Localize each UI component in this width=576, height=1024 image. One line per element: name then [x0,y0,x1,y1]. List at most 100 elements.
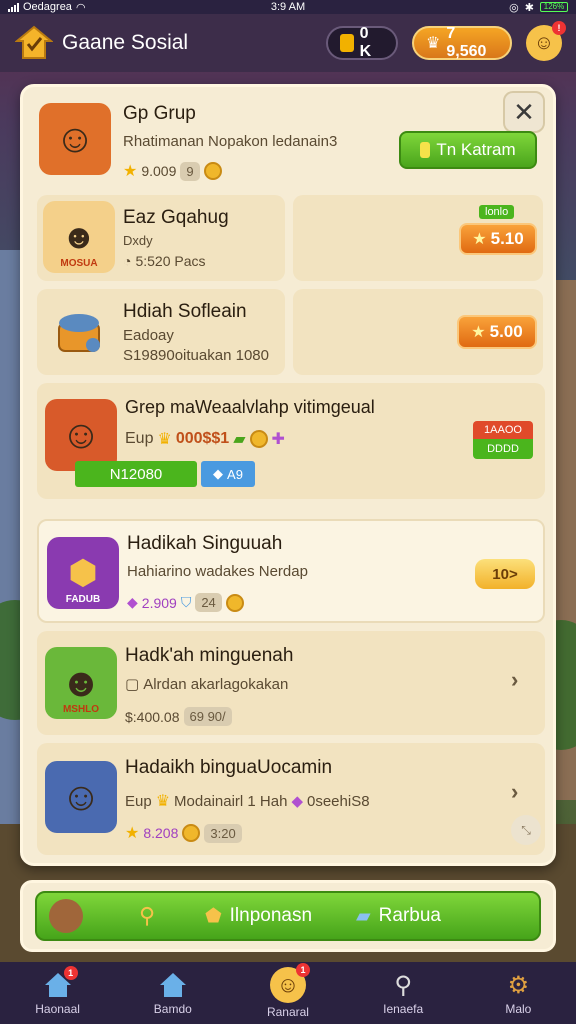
item-line: Dxdy [123,233,153,248]
scroll-handle[interactable]: ⤡ [511,815,541,845]
nav-social[interactable]: ☺ 1 Ranaral [243,963,333,1019]
character-icon: ☻ [61,217,97,256]
item-subtitle: Hahiarino wadakes Nerdap [127,563,308,580]
list-item[interactable]: ☺ Grep maWeaalvlahp vitimgeual Eup ♛ 000… [37,383,545,499]
pack-thumbnail: ⬢ FADUB [47,537,119,609]
home-icon [15,25,53,59]
close-icon: ✕ [513,96,535,127]
buy-button[interactable]: ★ 5.00 [457,315,537,349]
search-icon[interactable]: ⚲ [139,903,155,929]
shield-icon: ⬟ [205,905,222,927]
action-button[interactable]: ⚲ ⬟ Ilnponasn ▰ Rarbua [35,891,541,941]
house-icon: 1 [42,966,78,1000]
price-value: 5.10 [490,229,524,248]
action-bar: ⚲ ⬟ Ilnponasn ▰ Rarbua [20,880,556,952]
blue-tag-label: A9 [227,466,243,482]
item-suffix: 0seehiS8 [307,792,370,810]
monkey-icon [49,899,83,933]
close-button[interactable]: ✕ [503,91,545,133]
item-chip: 9 [180,161,200,181]
price-slot: lonlo ★ 5.10 [293,195,543,281]
item-value: S19890oituakan 1080 [123,347,269,364]
item-value: 5:520 Pacs [135,253,206,269]
tag-badge: lonlo [479,205,515,219]
character-icon: ☻ [59,660,103,705]
coin-icon [182,824,201,842]
star-icon: ★ [472,231,487,248]
crown-icon: ♛ [155,793,171,810]
cash-icon: ▰ [233,431,246,448]
item-stats: ★ 8.208 3:20 [125,823,242,843]
join-button-label: Tn Katram [436,140,516,159]
nav-home[interactable]: 1 Haonaal [13,966,103,1016]
item-gems: 2.909 [141,594,177,611]
crown-icon: ♛ [157,431,172,448]
arrow-badge[interactable]: 10> [475,559,535,589]
nav-label: Ranaral [266,1005,309,1019]
nav-label: Haonaal [35,1002,80,1016]
list-item[interactable]: ⬢ FADUB Hadikah Singuuah Hahiarino wadak… [37,519,545,623]
lock-icon: ▢ [125,676,140,693]
coin-icon [225,593,244,612]
chevron-right-icon[interactable]: › [511,779,518,805]
item-line: Eadoay [123,327,174,344]
item-value: 000$$1 [175,430,230,447]
item-subtitle: Alrdan akarlagokakan [143,675,289,693]
gift-icon: ✚ [271,431,285,448]
character-icon: ☺ [60,774,102,819]
notification-badge: ! [552,21,566,35]
nav-bamdo[interactable]: Bamdo [128,970,218,1016]
item-title: Hadikah Singuuah [127,533,283,554]
nav-label: Bamdo [153,1002,192,1016]
action-center-label: Ilnponasn [229,905,313,926]
nav-badge: 1 [295,963,310,977]
nav-more[interactable]: ⚙ Malo [473,970,563,1017]
coin-icon [203,162,222,180]
item-prefix: Eup [125,430,154,447]
buy-button[interactable]: ★ 5.10 [459,223,537,255]
character-avatar: ☺ [45,761,117,833]
magnifier-icon: ⚲ [394,971,412,999]
chevron-right-icon[interactable]: › [511,667,518,693]
item-chip: 69 90/ [183,707,232,726]
item-subtitle-row: ▢ Alrdan akarlagokakan [125,675,289,694]
star-icon: ★ [123,163,138,180]
list-item[interactable]: ☻ MOSUA Eaz Gqahug Dxdy ◔ 5:520 Pacs [37,195,285,281]
progress-bar: N12080 [75,461,197,487]
nav-search[interactable]: ⚲ Ienaefa [358,970,448,1017]
item-title: Hadaikh binguaUocamin [125,757,333,778]
keys-counter[interactable]: 0 K [326,25,398,60]
character-avatar: ☻ MSHLO [45,647,117,719]
gem-icon: ⬢ [68,554,98,592]
item-subtitle: Rhatimanan Nopakon ledanain3 [123,133,338,150]
thumb-label: FADUB [65,594,101,605]
price-value: 5.00 [489,322,523,341]
item-stats: ◔ 5:520 Pacs [123,253,206,269]
location-icon: ◎ [509,1,519,14]
thumb-label: MSHLO [62,704,100,715]
join-button[interactable]: Tn Katram [399,131,537,169]
gold-counter[interactable]: ♛ 7 9,560 [412,25,512,60]
coin-icon [249,430,268,448]
profile-avatar[interactable]: ☺ ! [526,21,566,61]
reward-badge-bottom: DDDD [473,439,533,459]
reward-badge[interactable]: 1AAOO DDDD [473,421,533,461]
item-price: $:400.08 [125,708,180,725]
progress-label: N12080 [109,465,163,483]
item-stats-top: Eup ♛ Modainairl 1 Hah ◆ 0seehiS8 [125,791,370,811]
list-item[interactable]: ☻ MSHLO Hadk'ah minguenah ▢ Alrdan akarl… [37,631,545,735]
gear-icon: ⚙ [507,971,530,999]
character-icon: ☺ [60,412,102,457]
bottom-nav: 1 Haonaal Bamdo ☺ 1 Ranaral ⚲ Ienaefa ⚙ … [0,962,576,1024]
home-button[interactable] [14,23,54,63]
item-stats: Eup ♛ 000$$1 ▰ ✚ [125,429,285,449]
item-chip: 24 [195,593,222,612]
list-item[interactable]: Hdiah Sofleain Eadoay S19890oituakan 108… [37,289,285,375]
list-item[interactable]: ☺ Hadaikh binguaUocamin Eup ♛ Modainairl… [37,743,545,855]
item-rating: 8.208 [143,825,179,841]
item-title: Grep maWeaalvlahp vitimgeual [125,397,375,417]
star-icon: ★ [471,324,486,341]
item-prefix: Eup [125,792,152,810]
character-avatar: ☺ [39,103,111,175]
smiley-icon: ☺ [533,31,555,54]
